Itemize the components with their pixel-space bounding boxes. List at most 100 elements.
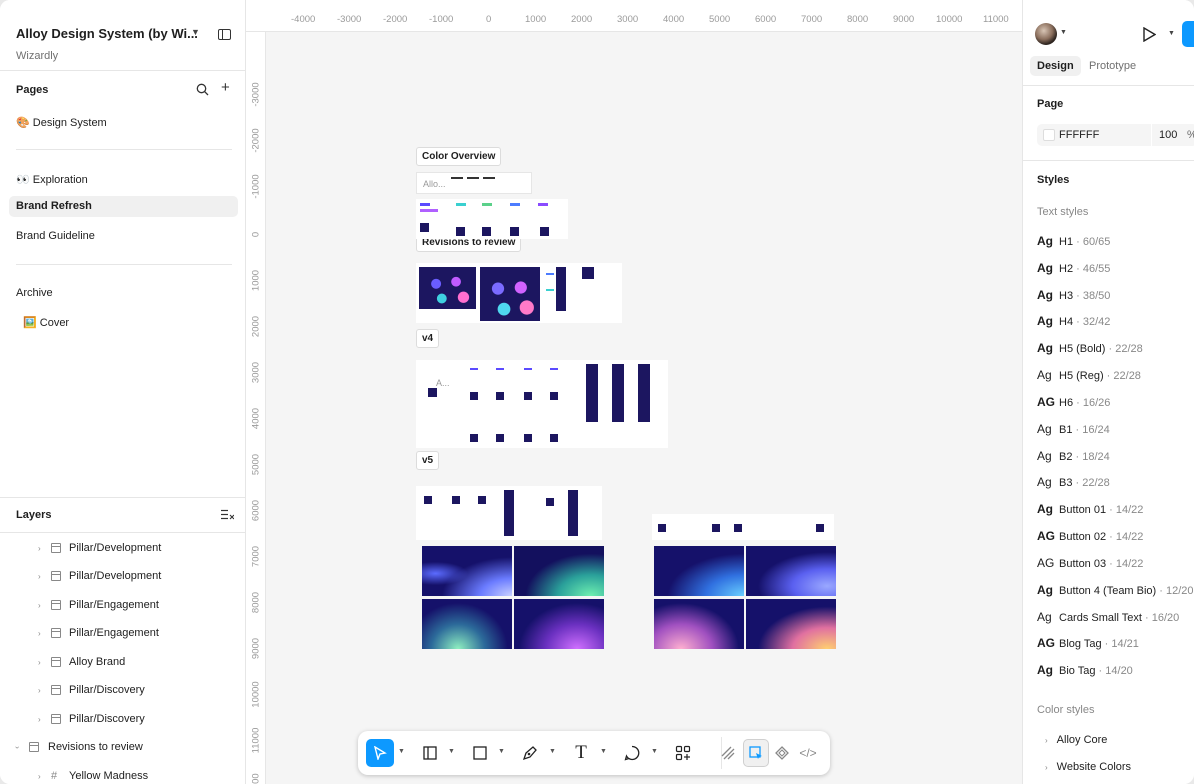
actions-button[interactable] bbox=[669, 739, 697, 767]
chevron-right-icon[interactable]: › bbox=[38, 601, 41, 610]
canvas[interactable]: -4000 -3000 -2000 -1000 0 1000 2000 3000… bbox=[246, 0, 1022, 784]
frame-label-v5[interactable]: v5 bbox=[416, 451, 440, 470]
artwork-card[interactable] bbox=[654, 546, 744, 596]
chevron-down-icon[interactable]: › bbox=[13, 746, 22, 749]
text-style-item[interactable]: Ag Bio Tag · 14/20 bbox=[1037, 663, 1133, 677]
chevron-down-icon[interactable]: ▼ bbox=[448, 748, 455, 755]
text-style-name: Button 03 bbox=[1059, 558, 1107, 570]
share-button[interactable] bbox=[1182, 21, 1194, 47]
color-style-item[interactable]: › Alloy Core bbox=[1045, 734, 1107, 746]
text-style-item[interactable]: Ag H5 (Bold) · 22/28 bbox=[1037, 341, 1143, 355]
comment-tool-button[interactable] bbox=[618, 739, 646, 767]
artwork-card[interactable] bbox=[746, 599, 836, 649]
artwork-card[interactable] bbox=[654, 599, 744, 649]
page-item-brand-refresh[interactable]: Brand Refresh bbox=[9, 196, 238, 217]
text-tool-button[interactable]: T bbox=[567, 739, 595, 767]
text-style-item[interactable]: AG H6 · 16/26 bbox=[1037, 395, 1110, 409]
dev-mode-button[interactable]: </> bbox=[795, 739, 821, 767]
layer-item[interactable]: › # Yellow Madness bbox=[0, 767, 246, 784]
frame-tool-button[interactable] bbox=[416, 739, 444, 767]
chevron-down-icon[interactable]: ▼ bbox=[600, 748, 607, 755]
add-page-icon[interactable]: + bbox=[221, 80, 230, 95]
chevron-right-icon[interactable]: › bbox=[38, 686, 41, 695]
avatar[interactable] bbox=[1035, 23, 1057, 45]
layer-item[interactable]: › Pillar/Engagement bbox=[0, 596, 246, 616]
page-item-cover[interactable]: 🖼️ Cover bbox=[23, 316, 69, 329]
page-item-design-system[interactable]: 🎨 Design System bbox=[16, 116, 107, 129]
chevron-right-icon[interactable]: › bbox=[38, 572, 41, 581]
chevron-right-icon[interactable]: › bbox=[1045, 763, 1048, 772]
text-style-item[interactable]: AG Button 02 · 14/22 bbox=[1037, 529, 1143, 543]
pen-tool-button[interactable] bbox=[516, 739, 544, 767]
layer-item[interactable]: › Revisions to review bbox=[0, 738, 246, 758]
artwork-card[interactable] bbox=[514, 599, 604, 649]
revisions-frame[interactable] bbox=[416, 263, 622, 323]
design-mode-button[interactable] bbox=[743, 739, 769, 767]
frame-label-color-overview[interactable]: Color Overview bbox=[416, 147, 502, 166]
move-tool-button[interactable] bbox=[366, 739, 394, 767]
chevron-right-icon[interactable]: › bbox=[38, 544, 41, 553]
text-style-item[interactable]: Ag B3 · 22/28 bbox=[1037, 475, 1110, 489]
tab-prototype[interactable]: Prototype bbox=[1082, 56, 1143, 76]
v4-frame[interactable]: A... bbox=[416, 360, 668, 448]
layer-item[interactable]: › Pillar/Discovery bbox=[0, 710, 246, 730]
text-style-item[interactable]: Ag H1 · 60/65 bbox=[1037, 234, 1110, 248]
page-opacity-value[interactable]: 100 bbox=[1159, 129, 1177, 141]
page-color-field[interactable]: FFFFFF 100 % bbox=[1037, 124, 1194, 146]
tab-design[interactable]: Design bbox=[1030, 56, 1081, 76]
chevron-down-icon[interactable]: ▼ bbox=[549, 748, 556, 755]
text-style-item[interactable]: Ag H2 · 46/55 bbox=[1037, 261, 1110, 275]
chevron-down-icon[interactable]: ▼ bbox=[498, 748, 505, 755]
text-style-item[interactable]: AG Button 03 · 14/22 bbox=[1037, 556, 1143, 570]
frame-icon bbox=[51, 571, 61, 581]
color-swatch[interactable] bbox=[1043, 129, 1055, 141]
text-style-item[interactable]: Ag H4 · 32/42 bbox=[1037, 314, 1110, 328]
chevron-down-icon[interactable]: ▼ bbox=[191, 27, 200, 37]
color-overview-frame[interactable]: Allo... bbox=[416, 172, 532, 194]
search-icon[interactable] bbox=[196, 83, 209, 96]
text-style-item[interactable]: Ag Button 01 · 14/22 bbox=[1037, 502, 1143, 516]
artwork-card[interactable] bbox=[422, 546, 512, 596]
text-style-item[interactable]: Ag B2 · 18/24 bbox=[1037, 449, 1110, 463]
page-item-archive[interactable]: Archive bbox=[16, 287, 53, 299]
text-style-item[interactable]: Ag H5 (Reg) · 22/28 bbox=[1037, 368, 1141, 382]
layer-item[interactable]: › Pillar/Engagement bbox=[0, 624, 246, 644]
color-swatches-frame[interactable] bbox=[416, 199, 568, 239]
layer-item[interactable]: › Pillar/Development bbox=[0, 539, 246, 559]
layer-item[interactable]: › Alloy Brand bbox=[0, 653, 246, 673]
chevron-right-icon[interactable]: › bbox=[38, 658, 41, 667]
artwork-card[interactable] bbox=[746, 546, 836, 596]
layer-item[interactable]: › Pillar/Discovery bbox=[0, 681, 246, 701]
chevron-right-icon[interactable]: › bbox=[38, 629, 41, 638]
text-style-item[interactable]: Ag Cards Small Text · 16/20 bbox=[1037, 610, 1179, 624]
chevron-down-icon[interactable]: ▼ bbox=[1060, 29, 1067, 36]
chevron-right-icon[interactable]: › bbox=[1045, 736, 1048, 745]
page-item-exploration[interactable]: 👀 Exploration bbox=[16, 173, 88, 186]
frame-label-v4[interactable]: v4 bbox=[416, 329, 440, 348]
layer-list-icon[interactable] bbox=[221, 509, 234, 520]
page-item-brand-guideline[interactable]: Brand Guideline bbox=[16, 230, 95, 242]
play-icon[interactable] bbox=[1142, 27, 1156, 42]
shape-tool-button[interactable] bbox=[466, 739, 494, 767]
component-mode-button[interactable] bbox=[769, 739, 795, 767]
file-title[interactable]: Alloy Design System (by Wi... bbox=[16, 26, 198, 41]
chevron-down-icon[interactable]: ▼ bbox=[651, 748, 658, 755]
v5-frame[interactable] bbox=[416, 486, 602, 540]
chevron-right-icon[interactable]: › bbox=[38, 715, 41, 724]
chevron-down-icon[interactable]: ▼ bbox=[1168, 30, 1175, 37]
text-style-item[interactable]: AG Blog Tag · 14/21 bbox=[1037, 636, 1139, 650]
artwork-card[interactable] bbox=[514, 546, 604, 596]
chevron-down-icon[interactable]: ▼ bbox=[398, 748, 405, 755]
v5-small-frame[interactable] bbox=[652, 514, 834, 540]
chevron-right-icon[interactable]: › bbox=[38, 772, 41, 781]
text-style-preview: Ag bbox=[1037, 422, 1052, 436]
artwork-card[interactable] bbox=[422, 599, 512, 649]
text-style-item[interactable]: Ag H3 · 38/50 bbox=[1037, 288, 1110, 302]
draw-mode-button[interactable] bbox=[715, 739, 741, 767]
text-style-item[interactable]: Ag B1 · 16/24 bbox=[1037, 422, 1110, 436]
page-color-value[interactable]: FFFFFF bbox=[1059, 129, 1099, 141]
color-style-item[interactable]: › Website Colors bbox=[1045, 761, 1131, 773]
sidebar-toggle-icon[interactable] bbox=[218, 29, 231, 40]
layer-item[interactable]: › Pillar/Development bbox=[0, 567, 246, 587]
text-style-item[interactable]: Ag Button 4 (Team Bio) · 12/20 bbox=[1037, 583, 1194, 597]
